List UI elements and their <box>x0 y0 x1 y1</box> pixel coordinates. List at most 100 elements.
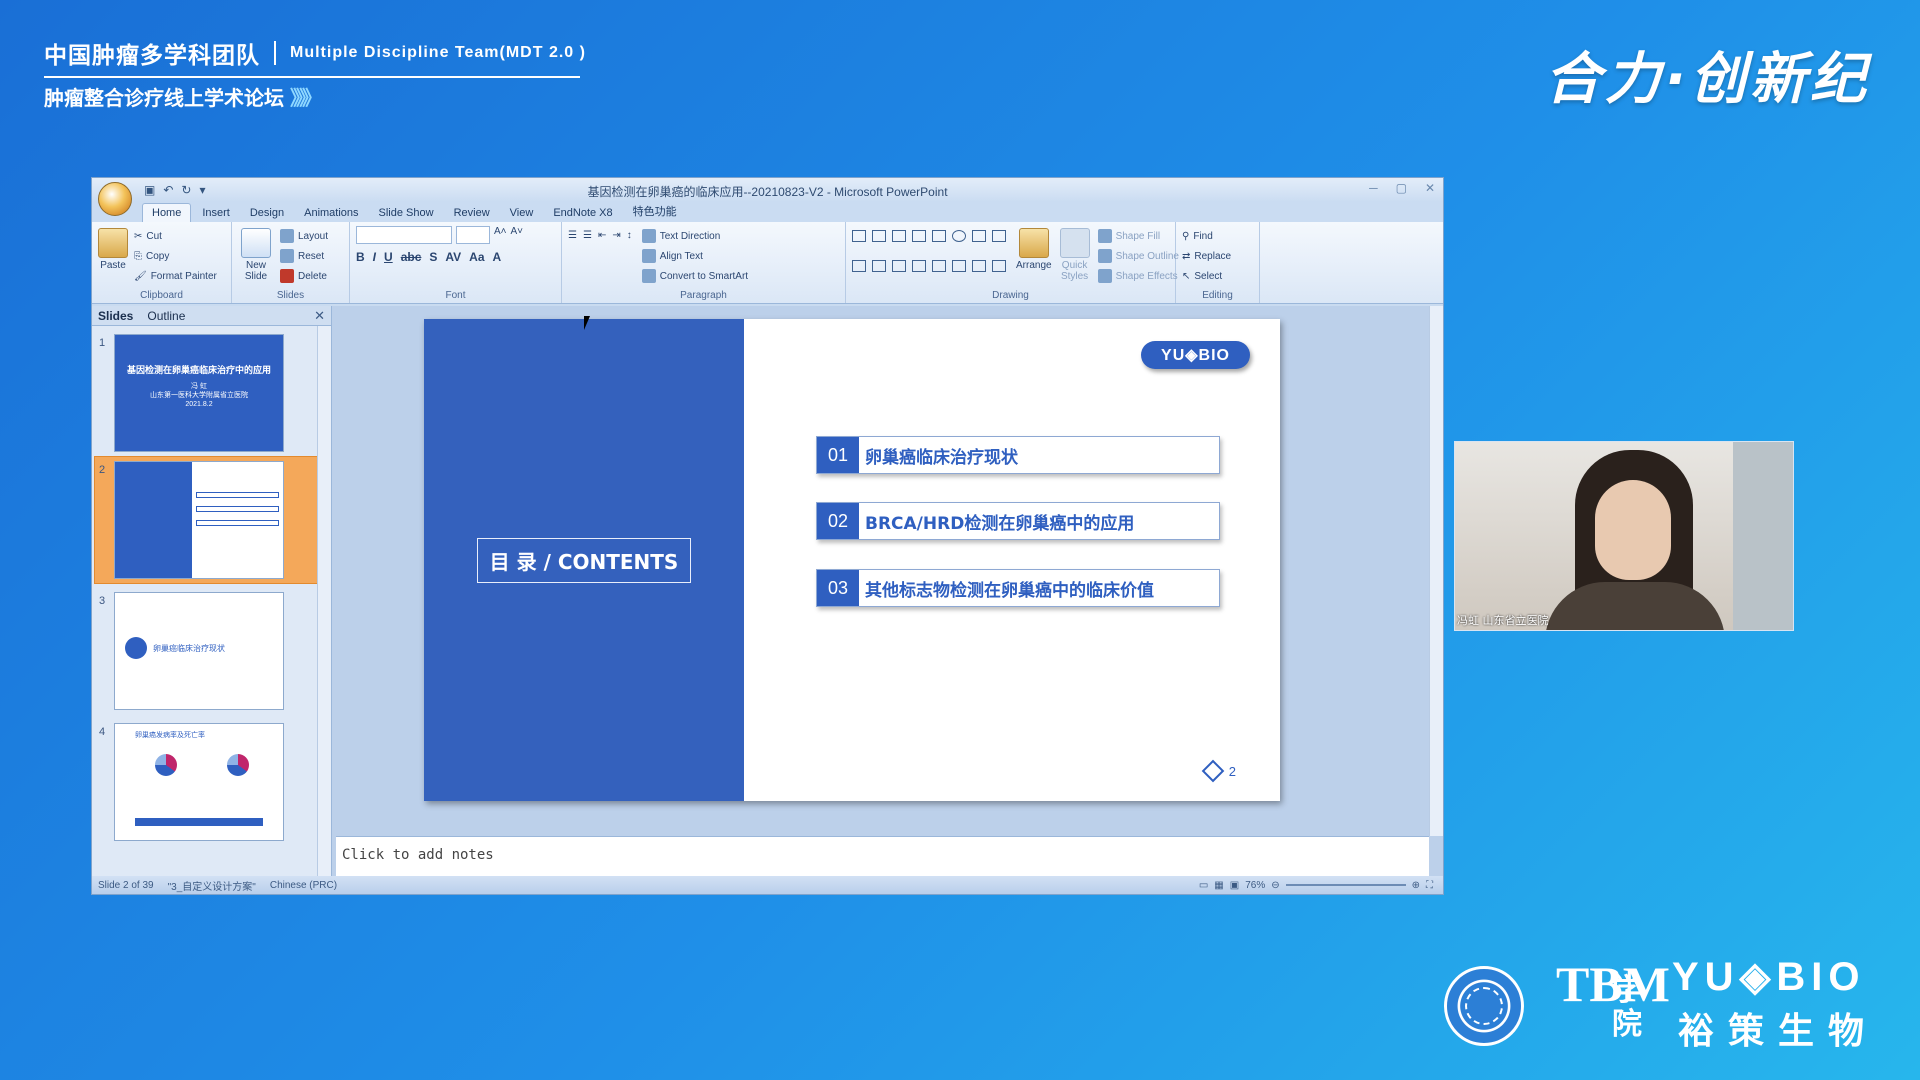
tab-animations[interactable]: Animations <box>295 204 367 222</box>
paste-button[interactable]: Paste <box>98 226 128 286</box>
shape-icon[interactable] <box>872 260 886 272</box>
reset-button[interactable]: Reset <box>280 246 328 266</box>
slide-page-number: 2 <box>1201 759 1236 783</box>
shape-icon[interactable] <box>952 260 966 272</box>
increase-indent-icon[interactable]: ⇥ <box>612 230 620 286</box>
tab-special-features[interactable]: 特色功能 <box>624 200 686 222</box>
font-color-icon[interactable]: A <box>493 250 502 264</box>
shape-icon[interactable] <box>972 230 986 242</box>
italic-icon[interactable]: I <box>373 250 376 264</box>
binoculars-icon: ⚲ <box>1182 230 1190 242</box>
tab-outline[interactable]: Outline <box>147 309 185 323</box>
zoom-controls: ▭ ▦ ▣ 76% ⊖ ⊕ ⛶ <box>1199 880 1433 891</box>
shape-icon[interactable] <box>852 230 866 242</box>
banner-title-cn: 中国肿瘤多学科团队 <box>44 43 260 69</box>
shadow-icon[interactable]: S <box>429 250 437 264</box>
close-pane-icon[interactable]: ✕ <box>314 308 325 324</box>
slide-thumbnail-3[interactable]: 3 卵巢癌临床治疗现状 <box>99 592 284 710</box>
sorter-view-icon[interactable]: ▦ <box>1214 880 1223 891</box>
line-spacing-icon[interactable]: ↕ <box>627 230 632 286</box>
quick-styles-button[interactable]: Quick Styles <box>1059 226 1090 286</box>
shape-icon[interactable] <box>932 260 946 272</box>
delete-button[interactable]: Delete <box>280 266 328 286</box>
shape-outline-button[interactable]: Shape Outline <box>1097 246 1179 266</box>
underline-icon[interactable]: U <box>384 250 393 264</box>
fit-window-icon[interactable]: ⛶ <box>1426 880 1433 891</box>
arrange-button[interactable]: Arrange <box>1016 226 1052 286</box>
font-size-field[interactable] <box>456 226 490 244</box>
align-text-button[interactable]: Align Text <box>641 246 748 266</box>
normal-view-icon[interactable]: ▭ <box>1199 880 1208 891</box>
shapes-gallery[interactable] <box>852 230 1008 286</box>
current-slide[interactable]: 目 录 / CONTENTS YU◈BIO 01 卵巢癌临床治疗现状 02 BR… <box>424 319 1280 801</box>
replace-label: Replace <box>1194 250 1232 262</box>
shape-icon[interactable] <box>932 230 946 242</box>
layout-button[interactable]: Layout <box>280 226 328 246</box>
thumbnail-pie-chart <box>155 754 177 776</box>
strikethrough-icon[interactable]: abc <box>401 250 422 264</box>
shape-icon[interactable] <box>852 260 866 272</box>
shape-icon[interactable] <box>952 230 966 242</box>
new-slide-button[interactable]: New Slide <box>238 226 274 286</box>
convert-smartart-button[interactable]: Convert to SmartArt <box>641 266 748 286</box>
shape-icon[interactable] <box>992 260 1006 272</box>
minimize-icon[interactable]: ─ <box>1369 181 1378 195</box>
shape-icon[interactable] <box>892 260 906 272</box>
language-indicator[interactable]: Chinese (PRC) <box>270 880 337 891</box>
tab-endnote[interactable]: EndNote X8 <box>544 204 621 222</box>
tab-view[interactable]: View <box>501 204 543 222</box>
slide-thumbnail-2[interactable]: 2 <box>99 461 284 579</box>
tab-review[interactable]: Review <box>445 204 499 222</box>
brush-icon: 🖌 <box>134 270 147 282</box>
drawing-group: Arrange Quick Styles Shape Fill Shape Ou… <box>846 222 1179 303</box>
thumbnail-number-circle <box>125 637 147 659</box>
shape-icon[interactable] <box>912 230 926 242</box>
shape-effects-button[interactable]: Shape Effects <box>1097 266 1179 286</box>
change-case-icon[interactable]: Aa <box>469 250 484 264</box>
slide-right-panel: YU◈BIO 01 卵巢癌临床治疗现状 02 BRCA/HRD检测在卵巢癌中的应… <box>744 319 1280 801</box>
tab-design[interactable]: Design <box>241 204 293 222</box>
tbm-seal-logo <box>1444 966 1524 1046</box>
zoom-in-icon[interactable]: ⊕ <box>1412 880 1420 891</box>
shape-icon[interactable] <box>972 260 986 272</box>
shape-icon[interactable] <box>872 230 886 242</box>
shrink-font-icon[interactable]: A˅ <box>511 226 524 244</box>
copy-button[interactable]: ⎘ Copy <box>134 246 217 266</box>
thumbnail-scrollbar[interactable] <box>317 326 331 876</box>
slide-thumbnail-4[interactable]: 4 卵巢癌发病率及死亡率 <box>99 723 284 841</box>
slide-thumbnail-1[interactable]: 1 基因检测在卵巢癌临床治疗中的应用 冯 虹 山东第一医科大学附属省立医院 20… <box>99 334 284 452</box>
replace-button[interactable]: ⇄ Replace <box>1182 246 1253 266</box>
grow-font-icon[interactable]: A˄ <box>494 226 507 244</box>
toc-item-text: BRCA/HRD检测在卵巢癌中的应用 <box>865 513 1135 534</box>
font-name-field[interactable] <box>356 226 452 244</box>
thumbnail-title: 基因检测在卵巢癌临床治疗中的应用 <box>126 365 271 375</box>
cut-button[interactable]: ✂ Cut <box>134 226 217 246</box>
shape-icon[interactable] <box>892 230 906 242</box>
tab-home[interactable]: Home <box>142 203 192 222</box>
zoom-slider[interactable] <box>1285 884 1406 886</box>
char-spacing-icon[interactable]: AV <box>445 250 461 264</box>
shape-fill-button[interactable]: Shape Fill <box>1097 226 1179 246</box>
maximize-icon[interactable]: ▢ <box>1396 181 1407 195</box>
shape-icon[interactable] <box>992 230 1006 242</box>
notes-pane[interactable]: Click to add notes <box>336 836 1429 876</box>
shape-icon[interactable] <box>912 260 926 272</box>
close-icon[interactable]: ✕ <box>1425 181 1435 195</box>
tab-insert[interactable]: Insert <box>193 204 239 222</box>
slideshow-view-icon[interactable]: ▣ <box>1230 880 1239 891</box>
slide-scrollbar[interactable] <box>1429 306 1443 836</box>
zoom-level[interactable]: 76% <box>1245 880 1265 891</box>
numbering-icon[interactable]: ☰ <box>583 230 592 286</box>
tab-slides[interactable]: Slides <box>98 309 133 323</box>
select-button[interactable]: ↖ Select <box>1182 266 1253 286</box>
find-button[interactable]: ⚲ Find <box>1182 226 1253 246</box>
decrease-indent-icon[interactable]: ⇤ <box>598 230 606 286</box>
webcam-person-face <box>1595 480 1671 580</box>
format-painter-button[interactable]: 🖌 Format Painter <box>134 266 217 286</box>
bullets-icon[interactable]: ☰ <box>568 230 577 286</box>
bold-icon[interactable]: B <box>356 250 365 264</box>
tab-slide-show[interactable]: Slide Show <box>370 204 443 222</box>
zoom-out-icon[interactable]: ⊖ <box>1271 880 1279 891</box>
office-button[interactable] <box>98 182 132 216</box>
text-direction-button[interactable]: Text Direction <box>641 226 748 246</box>
